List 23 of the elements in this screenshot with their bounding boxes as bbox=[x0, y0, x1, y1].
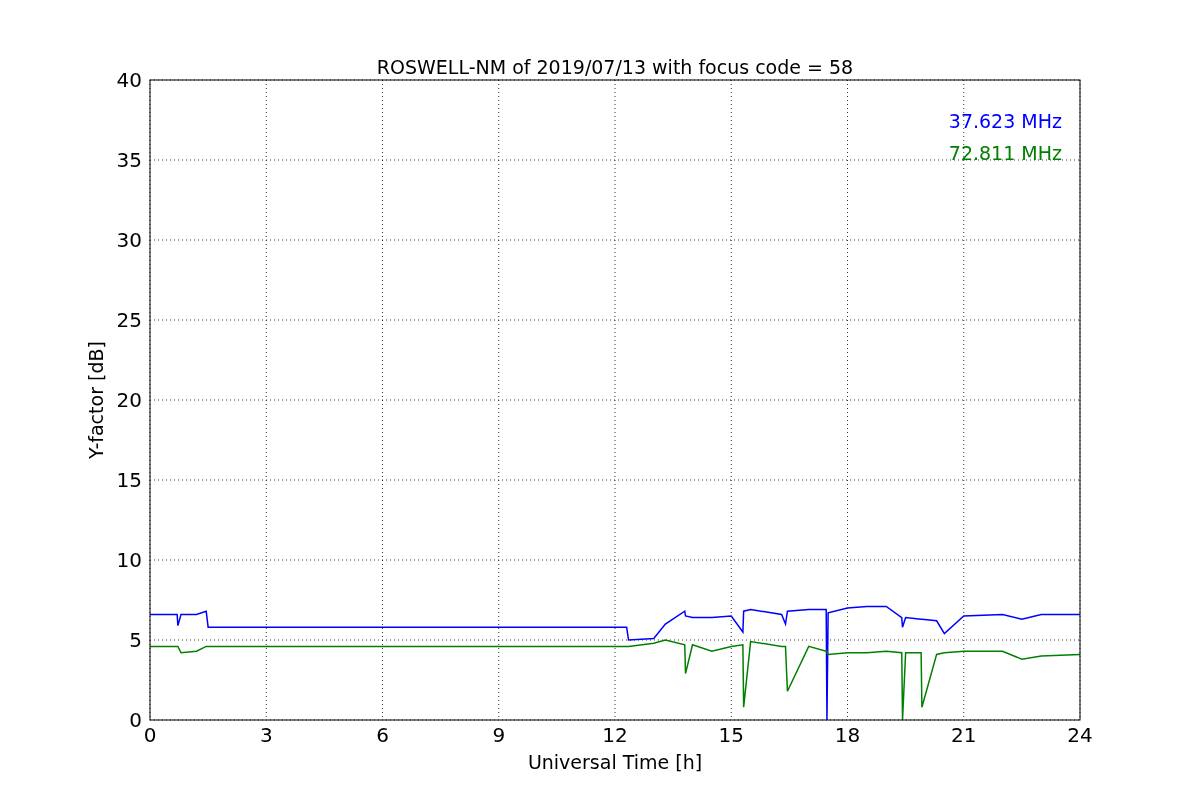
x-tick-label: 0 bbox=[143, 723, 157, 747]
x-axis-label: Universal Time [h] bbox=[527, 751, 703, 773]
y-tick-label: 25 bbox=[116, 308, 142, 332]
x-tick-label: 18 bbox=[834, 723, 861, 747]
legend-label: 72.811 MHz bbox=[948, 142, 1062, 164]
x-tick-label: 6 bbox=[376, 723, 389, 747]
x-tick-label: 15 bbox=[718, 723, 744, 747]
legend-label: 37.623 MHz bbox=[948, 110, 1062, 132]
x-tick-label: 21 bbox=[951, 723, 977, 747]
x-tick-label: 24 bbox=[1067, 723, 1093, 747]
y-tick-label: 10 bbox=[116, 548, 142, 572]
x-tick-label: 9 bbox=[492, 723, 506, 747]
y-tick-label: 20 bbox=[116, 388, 142, 412]
y-axis-label: Y-factor [dB] bbox=[85, 341, 107, 459]
y-tick-label: 40 bbox=[116, 68, 142, 92]
y-tick-label: 35 bbox=[116, 148, 142, 172]
chart-title: ROSWELL-NM of 2019/07/13 with focus code = 58 bbox=[376, 56, 854, 78]
y-tick-label: 0 bbox=[129, 708, 142, 732]
y-tick-label: 15 bbox=[116, 468, 142, 492]
x-tick-label: 12 bbox=[602, 723, 628, 747]
y-tick-label: 5 bbox=[129, 628, 142, 652]
y-tick-label: 30 bbox=[116, 228, 142, 252]
x-tick-label: 3 bbox=[259, 723, 273, 747]
